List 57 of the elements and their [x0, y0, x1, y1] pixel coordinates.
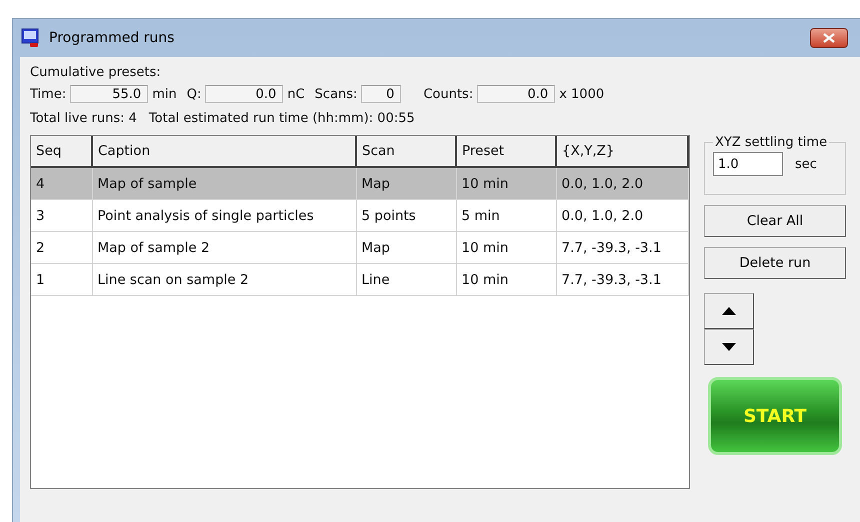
- close-button[interactable]: [810, 28, 848, 48]
- preset-label: Q:: [186, 86, 202, 102]
- table-cell: 7.7, -39.3, -3.1: [556, 264, 688, 296]
- column-header[interactable]: Caption: [92, 136, 356, 167]
- down-arrow-icon: [722, 343, 736, 351]
- presets-heading: Cumulative presets:: [30, 64, 162, 82]
- preset-label: Time:: [30, 86, 66, 102]
- table-cell: Line scan on sample 2: [92, 264, 356, 296]
- live-runs-text: Total live runs: 4: [30, 110, 137, 126]
- table-cell: Line: [356, 264, 456, 296]
- preset-field[interactable]: 0: [361, 85, 402, 103]
- column-header[interactable]: Preset: [456, 136, 556, 167]
- start-button[interactable]: START: [708, 377, 842, 455]
- table-cell: 0.0, 1.0, 2.0: [556, 167, 688, 200]
- preset-field[interactable]: 0.0: [477, 85, 556, 103]
- up-arrow-icon: [722, 307, 736, 315]
- table-row[interactable]: 2 Map of sample 2 Map 10 min 7.7, -39.3, -3.1: [31, 232, 688, 264]
- table-cell: Map of sample 2: [92, 232, 356, 264]
- unit-label: sec: [795, 156, 817, 172]
- table-cell: 2: [31, 232, 92, 264]
- preset-label: Counts:: [423, 86, 474, 102]
- table-cell: 3: [31, 200, 92, 232]
- run-time-text: Total estimated run time (hh:mm): 00:55: [148, 110, 415, 126]
- table-cell: 10 min: [456, 264, 556, 296]
- table-cell: Map: [356, 232, 456, 264]
- column-header[interactable]: Scan: [356, 136, 456, 167]
- table-row[interactable]: 3 Point analysis of single particles 5 points 5 min 0.0, 1.0, 2.0: [31, 200, 688, 232]
- table-cell: 7.7, -39.3, -3.1: [556, 232, 688, 264]
- table-cell: Map: [356, 167, 456, 200]
- unit-label: min: [152, 86, 177, 102]
- table-cell: Map of sample: [92, 167, 356, 200]
- close-icon: [823, 33, 835, 43]
- unit-label: nC: [287, 86, 305, 102]
- clear-all-button[interactable]: Clear All: [704, 205, 846, 237]
- preset-field[interactable]: 55.0: [70, 85, 148, 103]
- table-cell: 10 min: [456, 167, 556, 200]
- table-row[interactable]: 4 Map of sample Map 10 min 0.0, 1.0, 2.0: [31, 167, 688, 200]
- move-down-button[interactable]: [704, 329, 754, 365]
- table-cell: Point analysis of single particles: [92, 200, 356, 232]
- group-legend: XYZ settling time: [713, 135, 830, 150]
- window-title: Programmed runs: [49, 30, 176, 46]
- table-cell: 5 points: [356, 200, 456, 232]
- table-cell: 4: [31, 167, 92, 200]
- table-cell: 0.0, 1.0, 2.0: [556, 200, 688, 232]
- table-cell: 1: [31, 264, 92, 296]
- preset-label: Scans:: [314, 86, 358, 102]
- preset-field[interactable]: 0.0: [205, 85, 284, 103]
- unit-label: x 1000: [559, 86, 604, 102]
- column-header[interactable]: {X,Y,Z}: [556, 136, 688, 167]
- settling-field[interactable]: 1.0: [713, 152, 783, 176]
- column-header[interactable]: Seq: [31, 136, 92, 167]
- move-up-button[interactable]: [704, 293, 754, 329]
- table-cell: 10 min: [456, 232, 556, 264]
- table-row[interactable]: 1 Line scan on sample 2 Line 10 min 7.7, -39.3, -3.1: [31, 264, 688, 296]
- table-cell: 5 min: [456, 200, 556, 232]
- delete-run-button[interactable]: Delete run: [704, 247, 846, 279]
- app-icon: [21, 28, 41, 48]
